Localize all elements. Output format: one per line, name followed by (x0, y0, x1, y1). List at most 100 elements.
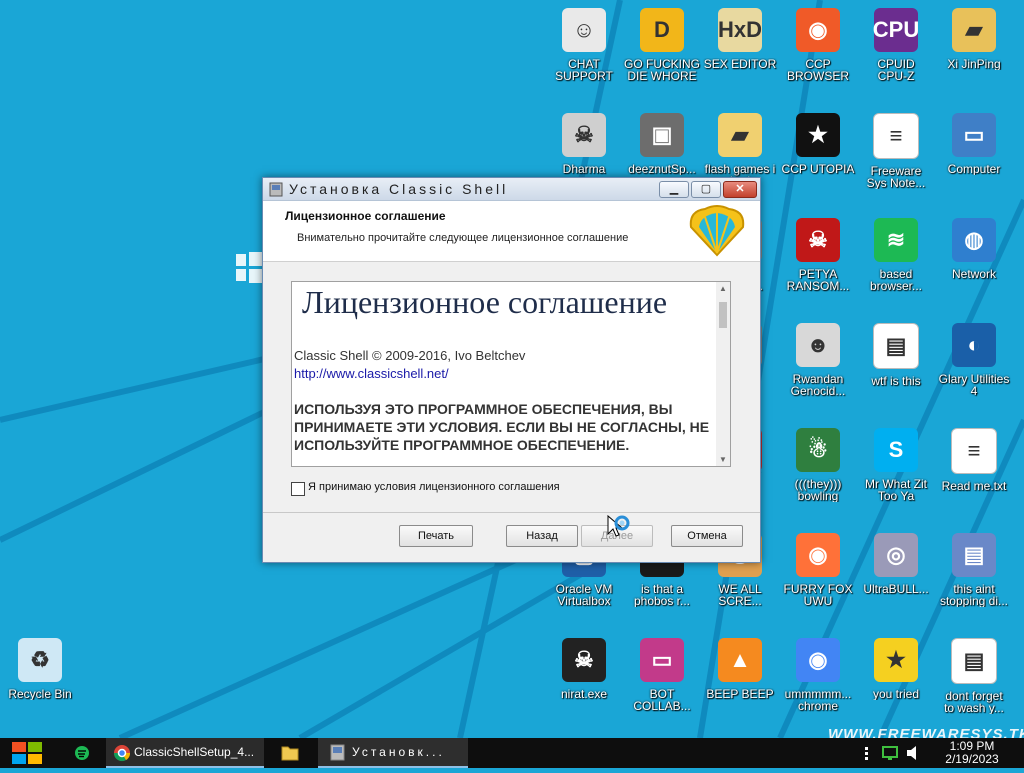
desktop-icon[interactable]: ◎ UltraBULL... (856, 533, 936, 595)
desktop-icon[interactable]: ☠ PETYA RANSOM... (778, 218, 858, 292)
desktop-icon[interactable]: ☻ Rwandan Genocid... (778, 323, 858, 397)
text-file-icon: ≡ (951, 428, 997, 474)
die-icon: D (640, 8, 684, 52)
skull-red-icon: ☠ (796, 218, 840, 262)
glary-icon: ◐ (952, 323, 996, 367)
window-title: Установка Classic Shell (289, 181, 509, 197)
system-tray (860, 738, 930, 768)
clock[interactable]: 1:09 PM 2/19/2023 (934, 740, 1010, 766)
overflow-icon[interactable] (860, 738, 874, 768)
network-tray-icon[interactable] (880, 738, 902, 768)
desktop-icon-label: is that a phobos r... (633, 583, 691, 607)
desktop-icon[interactable]: ◉ CCP BROWSER (778, 8, 858, 82)
desktop-icon[interactable]: ≡ Freeware Sys Note... (856, 113, 936, 189)
desktop-icon[interactable]: ☠ nirat.exe (544, 638, 624, 700)
desktop-icon[interactable]: ◉ FURRY FOX UWU (778, 533, 858, 607)
meme-icon: ☻ (796, 323, 840, 367)
folder-icon (281, 746, 299, 761)
desktop-icon[interactable]: ≋ based browser... (856, 218, 936, 292)
desktop-icon-label: GO FUCKING DIE WHORE (623, 58, 700, 82)
maximize-button[interactable]: ▢ (691, 181, 721, 198)
star-icon: ★ (874, 638, 918, 682)
desktop-icon-label: CPUID CPU-Z (877, 58, 915, 82)
taskbar-chrome-task[interactable]: ClassicShellSetup_4... (106, 738, 264, 768)
desktop-icon[interactable]: ▰flash games i had (700, 113, 780, 187)
setup-icon (330, 744, 345, 761)
desktop-icon[interactable]: ★ CCP UTOPIA (778, 113, 858, 175)
desktop-icon-label: SEX EDITOR (703, 58, 777, 70)
desktop-icon-label: UltraBULL... (863, 583, 929, 595)
desktop-icon[interactable]: ◉ ummmmm... chrome (778, 638, 858, 712)
desktop-icon-label: WE ALL SCRE... (718, 583, 762, 607)
separator (263, 512, 760, 513)
scroll-down-icon[interactable]: ▼ (719, 455, 727, 464)
desktop-icon-label: CCP UTOPIA (781, 163, 855, 175)
desktop-icon-label: deeznutSp... (628, 163, 696, 175)
license-text-box[interactable]: Лицензионное соглашение Classic Shell © … (291, 281, 731, 467)
desktop-icon-label: Read me.txt (941, 480, 1007, 492)
desktop-icon[interactable]: ▤ this aint stopping di... (934, 533, 1014, 607)
windows-logo-icon (12, 742, 42, 764)
wizard-header: Лицензионное соглашение Внимательно проч… (263, 201, 760, 262)
desktop-icon[interactable]: ▤ dont forget to wash y... (934, 638, 1014, 714)
taskbar-installer-label: Установк... (352, 745, 445, 759)
desktop-icon-label: CCP BROWSER (786, 58, 849, 82)
desktop-icon[interactable]: ▰ Xi JinPing (934, 8, 1014, 70)
print-button[interactable]: Печать (399, 525, 473, 547)
folder-user-icon: ▰ (952, 8, 996, 52)
desktop-icon[interactable]: ▭ Computer (934, 113, 1014, 175)
installer-window: Установка Classic Shell ▁ ▢ ✕ Лицензионн… (262, 177, 761, 563)
desktop-icon-label: dont forget to wash y... (944, 690, 1004, 714)
volume-icon[interactable] (904, 738, 926, 768)
close-button[interactable]: ✕ (723, 181, 757, 198)
desktop-icon[interactable]: ♻ Recycle Bin (0, 638, 80, 700)
vlc-icon: ▲ (718, 638, 762, 682)
taskbar-file-explorer[interactable] (270, 738, 310, 768)
desktop-icon-label: CHAT SUPPORT (555, 58, 613, 82)
desktop-icon[interactable]: ☺ CHAT SUPPORT (544, 8, 624, 82)
cancel-button[interactable]: Отмена (671, 525, 743, 547)
spotify-icon: ≋ (874, 218, 918, 262)
firefox-icon: ◉ (796, 533, 840, 577)
desktop-icon-label: nirat.exe (560, 688, 608, 700)
desktop-icon[interactable]: D GO FUCKING DIE WHORE (622, 8, 702, 82)
taskbar-spotify[interactable] (64, 738, 100, 768)
desktop-icon-label: FURRY FOX UWU (783, 583, 853, 607)
desktop-icon-label: BOT COLLAB... (633, 688, 691, 712)
back-button[interactable]: Назад (506, 525, 578, 547)
license-notice: ИСПОЛЬЗУЯ ЭТО ПРОГРАММНОЕ ОБЕСПЕЧЕНИЯ, В… (294, 401, 710, 453)
accept-checkbox[interactable] (291, 482, 305, 496)
title-bar[interactable]: Установка Classic Shell ▁ ▢ ✕ (263, 178, 760, 201)
desktop-icon-label: BEEP BEEP (706, 688, 774, 700)
desktop-icon[interactable]: ☃ (((they))) bowling (778, 428, 858, 502)
accept-label[interactable]: Я принимаю условия лицензионного соглаше… (308, 481, 560, 493)
disc-icon: ◎ (874, 533, 918, 577)
desktop-icon[interactable]: ◐ Glary Utilities 4 (934, 323, 1014, 397)
desktop-icon[interactable]: ▭ BOT COLLAB... (622, 638, 702, 712)
scroll-up-icon[interactable]: ▲ (719, 284, 727, 293)
desktop-icon[interactable]: ▣ deeznutSp... (622, 113, 702, 175)
desktop-icon[interactable]: CPU CPUID CPU-Z (856, 8, 936, 82)
desktop-icon[interactable]: HxD SEX EDITOR (700, 8, 780, 70)
skype-icon: S (874, 428, 918, 472)
desktop-icon[interactable]: ▤ wtf is this (856, 323, 936, 387)
desktop-icon[interactable]: ≡ Read me.txt (934, 428, 1014, 492)
minimize-button[interactable]: ▁ (659, 181, 689, 198)
desktop-icon[interactable]: ★ you tried (856, 638, 936, 700)
scroll-thumb[interactable] (719, 302, 727, 328)
desktop-icon[interactable]: ☠ Dharma (544, 113, 624, 175)
license-link[interactable]: http://www.classicshell.net/ (294, 366, 449, 381)
desktop-icon[interactable]: ▲ BEEP BEEP (700, 638, 780, 700)
start-button[interactable] (0, 738, 54, 768)
desktop-icon-label: Glary Utilities 4 (938, 373, 1010, 397)
desktop-icon[interactable]: S Mr What Zit Too Ya (856, 428, 936, 502)
license-scrollbar[interactable]: ▲ ▼ (716, 282, 730, 466)
windows-stack-icon: ▣ (640, 113, 684, 157)
desktop-icon-label: this aint stopping di... (939, 583, 1009, 607)
window-file-icon: ▤ (873, 323, 919, 369)
page-subtitle: Внимательно прочитайте следующее лицензи… (297, 232, 629, 244)
desktop-icon-label: (((they))) bowling (794, 478, 842, 502)
folder-icon: ▰ (718, 113, 762, 157)
taskbar-installer-task[interactable]: Установк... (318, 738, 468, 768)
desktop-icon[interactable]: ◍ Network (934, 218, 1014, 280)
